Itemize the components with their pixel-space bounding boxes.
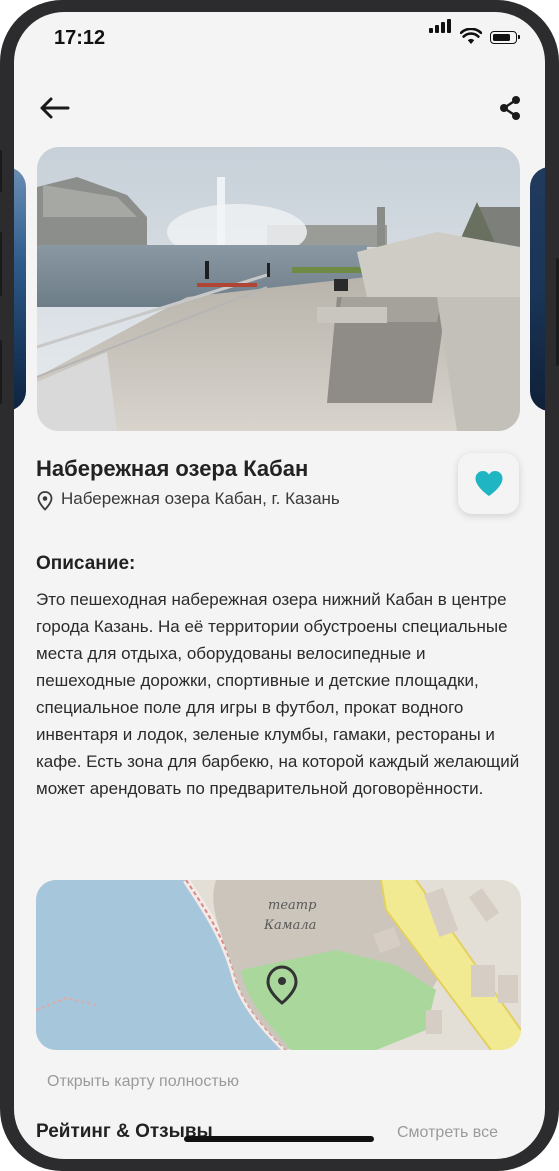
carousel-next-image[interactable]	[530, 167, 545, 411]
location-pin-icon	[37, 491, 53, 511]
favorite-button[interactable]	[458, 453, 519, 514]
heart-icon	[475, 471, 502, 496]
side-button-volume-up	[0, 232, 2, 296]
status-bar: 17:12	[14, 12, 545, 62]
place-photo	[37, 147, 520, 431]
battery-icon	[490, 31, 520, 44]
arrow-left-icon[interactable]	[38, 96, 70, 120]
status-time: 17:12	[54, 27, 106, 49]
see-all-link[interactable]: Смотреть все	[397, 1124, 498, 1142]
carousel-prev-image[interactable]	[14, 167, 26, 411]
open-map-link[interactable]: Открыть карту полностью	[47, 1073, 239, 1091]
side-button-mute	[0, 150, 2, 192]
place-title: Набережная озера Кабан	[36, 456, 309, 481]
share-icon[interactable]	[498, 95, 522, 121]
map-preview[interactable]: театр Камала	[36, 880, 521, 1050]
description-text: Это пешеходная набережная озера нижний К…	[36, 590, 520, 798]
wifi-icon	[460, 28, 482, 44]
home-indicator[interactable]	[184, 1136, 374, 1142]
map-label-theatre: театр	[268, 898, 317, 913]
phone-frame: 17:12 Набережная озера Кабан Набережная …	[0, 0, 559, 1171]
map-label-kamala: Камала	[264, 918, 317, 933]
app-screen: 17:12 Набережная озера Кабан Набережная …	[14, 12, 545, 1159]
description-heading: Описание:	[36, 553, 136, 574]
place-location: Набережная озера Кабан, г. Казань	[61, 489, 340, 508]
side-button-volume-down	[0, 340, 2, 404]
